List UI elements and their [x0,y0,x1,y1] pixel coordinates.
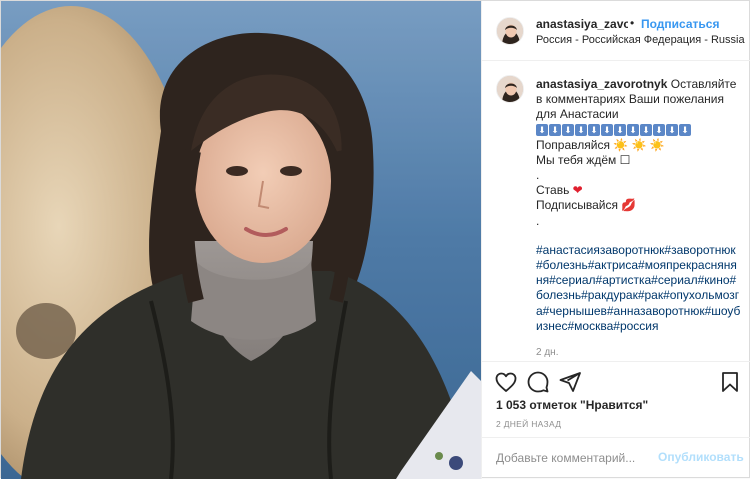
caption-author-username[interactable]: anastasiya_zavorotnyk [536,77,667,91]
down-arrow-emoji-icon: ⬇ [575,124,587,137]
down-arrow-emoji-icon: ⬇ [562,124,574,137]
caption-dot: . [536,168,540,183]
down-arrow-emoji-icon: ⬇ [679,124,691,137]
down-arrow-emoji-icon: ⬇ [627,124,639,137]
comment-form: Опубликовать [482,437,750,479]
down-arrow-emoji-icon: ⬇ [653,124,665,137]
likes-count[interactable]: 1 053 отметок "Нравится" [496,398,648,412]
arrow-emoji-row: ⬇ ⬇ ⬇ ⬇ ⬇ ⬇ ⬇ ⬇ ⬇ ⬇ ⬇ ⬇ [536,123,742,138]
share-button[interactable] [558,370,582,394]
down-arrow-emoji-icon: ⬇ [666,124,678,137]
down-arrow-emoji-icon: ⬇ [588,124,600,137]
caption-hashtags[interactable]: #анастасиязаворотнюк#заворотнюк#болезнь#… [536,243,742,334]
down-arrow-emoji-icon: ⬇ [536,124,548,137]
caption-like-line: Ставь ❤ [536,183,742,198]
comment-button[interactable] [526,370,550,394]
follow-button[interactable]: Подписаться [641,17,719,31]
like-button[interactable] [494,370,518,394]
heart-outline-icon [495,372,517,392]
woman-portrait-image [1,1,481,479]
caption-subscribe-text: Подписывайся [536,198,618,213]
avatar[interactable] [496,17,524,45]
paper-plane-icon [559,372,581,392]
box-glyph-icon: ☐ [619,152,631,167]
caption-get-well-line: Поправляйся ☀️ ☀️ ☀️ [536,138,742,153]
user-avatar-icon [497,18,523,44]
down-arrow-emoji-icon: ⬇ [640,124,652,137]
post-dialog: anastasiya_zavoi • Подписаться Россия - … [0,0,750,479]
post-photo[interactable] [1,1,481,479]
caption-waiting-text: Мы тебя ждём [536,152,617,167]
caption-get-well-text: Поправляйся [536,137,610,152]
caption-intro: anastasiya_zavorotnyk Оставляйте в комме… [536,77,742,123]
bookmark-icon [722,372,738,392]
lips-emoji-icon: 💋 [621,198,637,213]
publish-button[interactable]: Опубликовать [658,450,744,464]
caption-section: anastasiya_zavorotnyk Оставляйте в комме… [482,62,750,360]
down-arrow-emoji-icon: ⬇ [614,124,626,137]
caption-dot: . [536,213,540,228]
separator-dot: • [630,16,635,30]
avatar[interactable] [496,75,524,103]
post-age[interactable]: 2 ДНЕЙ НАЗАД [496,419,561,429]
post-author-username[interactable]: anastasiya_zavoi [536,17,628,31]
caption-subscribe-line: Подписывайся 💋 [536,198,742,213]
red-heart-icon: ❤ [572,183,583,198]
save-button[interactable] [718,370,742,394]
post-location[interactable]: Россия - Российская Федерация - Russia [536,34,746,46]
caption-like-text: Ставь [536,183,570,198]
comment-input[interactable] [496,451,646,465]
post-sidebar: anastasiya_zavoi • Подписаться Россия - … [481,1,750,479]
down-arrow-emoji-icon: ⬇ [601,124,613,137]
comment-bubble-icon [527,371,549,393]
caption-waiting-line: Мы тебя ждём ☐ [536,153,742,168]
user-avatar-icon [497,76,523,102]
post-header: anastasiya_zavoi • Подписаться Россия - … [482,1,750,61]
sun-emoji-icon: ☀️ ☀️ ☀️ [613,137,665,152]
caption-text: anastasiya_zavorotnyk Оставляйте в комме… [536,77,742,360]
caption-timestamp[interactable]: 2 дн. [536,345,742,360]
down-arrow-emoji-icon: ⬇ [549,124,561,137]
